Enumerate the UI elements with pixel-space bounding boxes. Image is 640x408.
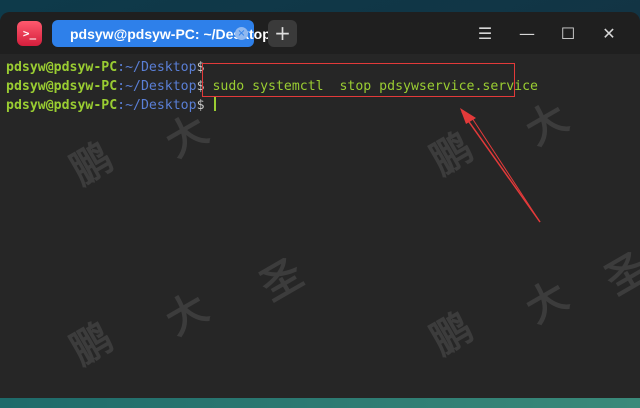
prompt-user: pdsyw@pdsyw-PC — [6, 98, 118, 113]
menu-icon[interactable]: ☰ — [475, 24, 495, 44]
text-cursor — [214, 97, 217, 111]
annotation-highlight-box — [202, 63, 515, 97]
prompt-user: pdsyw@pdsyw-PC — [6, 60, 118, 75]
tab-desktop[interactable]: pdsyw@pdsyw-PC: ~/Desktop × — [52, 20, 271, 47]
prompt-path: :~/Desktop — [117, 60, 197, 75]
prompt-path: :~/Desktop — [117, 79, 197, 94]
maximize-button[interactable]: ☐ — [558, 24, 578, 44]
title-bar: >_ pdsyw@pdsyw-PC: ~/Desktop × + ☰ — ☐ ✕ — [0, 12, 640, 54]
desktop-background-strip — [0, 398, 640, 408]
command-text — [205, 98, 213, 113]
prompt-user: pdsyw@pdsyw-PC — [6, 79, 118, 94]
close-button[interactable]: ✕ — [599, 24, 619, 44]
tab-close-icon[interactable]: × — [235, 27, 248, 40]
terminal-app-icon[interactable]: >_ — [17, 21, 42, 46]
new-tab-button[interactable]: + — [268, 20, 297, 47]
minimize-button[interactable]: — — [517, 24, 537, 44]
prompt-dollar: $ — [196, 98, 205, 113]
